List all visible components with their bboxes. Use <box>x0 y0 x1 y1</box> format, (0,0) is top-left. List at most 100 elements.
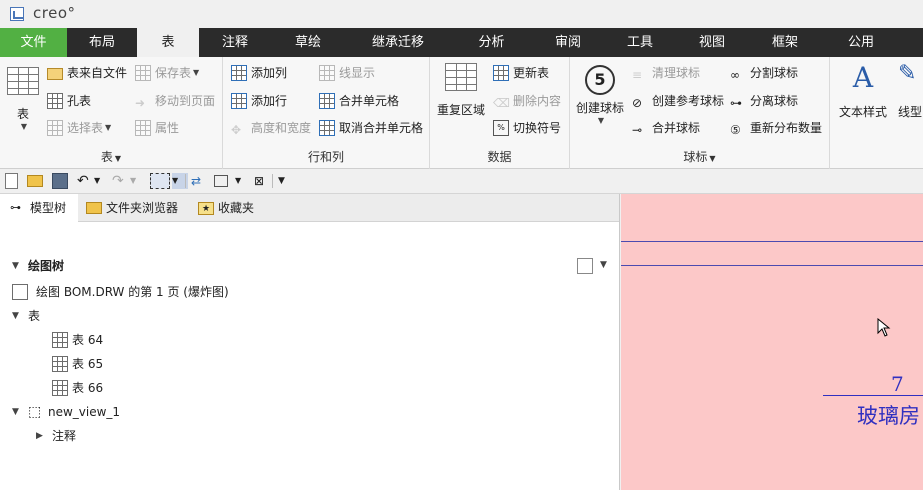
open-folder-icon[interactable] <box>27 175 43 187</box>
table-group-title: 表 <box>100 150 113 164</box>
height-width-button[interactable]: ✥ 高度和宽度 <box>231 118 311 138</box>
windows-icon[interactable] <box>214 175 228 187</box>
balloon-group-label[interactable]: 球标 ▼ <box>570 148 829 165</box>
clean-balloon-button[interactable]: ≡ 清理球标 <box>632 63 700 83</box>
add-row-icon <box>231 93 247 109</box>
hole-table-button[interactable]: 孔表 <box>47 91 91 111</box>
tree-page-row[interactable]: 绘图 BOM.DRW 的第 1 页 (爆炸图) <box>12 281 229 303</box>
select-box-icon[interactable] <box>150 173 170 189</box>
table-big-button[interactable]: 表 ▼ <box>6 67 40 131</box>
collapsed-arrow-icon[interactable]: ▶ <box>36 425 46 447</box>
text-style-button[interactable]: A 文本样式 <box>836 61 890 120</box>
move-to-page-label: 移动到页面 <box>155 94 216 108</box>
part-name-label[interactable]: 玻璃房 <box>857 400 920 430</box>
tree-page-label: 绘图 BOM.DRW 的第 1 页 (爆炸图) <box>36 285 229 299</box>
toolbar-separator <box>272 174 273 188</box>
merge-balloon-button[interactable]: ⊸ 合并球标 <box>632 118 700 138</box>
tab-model-tree[interactable]: ⊶ 模型树 <box>0 194 78 222</box>
repeat-region-icon <box>445 63 477 91</box>
redistribute-qty-label: 重新分布数量 <box>750 121 823 135</box>
chevron-down-icon[interactable]: ▼ <box>94 173 110 189</box>
drawing-canvas[interactable]: 7 玻璃房 <box>621 194 923 490</box>
properties-button[interactable]: 属性 <box>135 118 179 138</box>
clean-balloon-label: 清理球标 <box>652 66 701 80</box>
tree-table-item[interactable]: 表 65 <box>52 353 103 375</box>
tree-view-node[interactable]: ▼ ⬚ new_view_1 <box>12 401 120 423</box>
tab-favorites[interactable]: ★ 收藏夹 <box>194 194 266 222</box>
tab-folder-browser[interactable]: 文件夹浏览器 <box>82 194 190 222</box>
customize-toolbar-icon[interactable]: ▼ <box>278 173 294 189</box>
chevron-down-icon[interactable]: ▼ <box>600 260 607 270</box>
tab-common[interactable]: 公用 <box>822 28 900 57</box>
regenerate-icon[interactable]: ⇄ <box>191 173 207 189</box>
unmerge-cells-button[interactable]: 取消合并单元格 <box>319 118 423 138</box>
tab-review[interactable]: 审阅 <box>532 28 604 57</box>
unmerge-cells-icon <box>319 120 335 136</box>
tab-table[interactable]: 表 <box>137 28 199 57</box>
tree-annotations-node[interactable]: ▶ 注释 <box>36 425 76 447</box>
switch-symbol-button[interactable]: % 切换符号 <box>493 118 561 138</box>
expanded-arrow-icon[interactable]: ▼ <box>12 401 22 423</box>
expanded-arrow-icon[interactable]: ▼ <box>12 305 22 327</box>
tree-table-item[interactable]: 表 66 <box>52 377 103 399</box>
tab-view[interactable]: 视图 <box>676 28 748 57</box>
balloon-number[interactable]: 7 <box>891 372 904 396</box>
tab-tools[interactable]: 工具 <box>604 28 676 57</box>
delete-content-button[interactable]: ⌫ 删除内容 <box>493 91 561 111</box>
select-table-button[interactable]: 选择表 ▼ <box>47 118 111 138</box>
table-from-file-button[interactable]: 表来自文件 <box>47 63 127 83</box>
repeat-region-button[interactable]: 重复区域 <box>436 63 486 118</box>
add-column-button[interactable]: 添加列 <box>231 63 287 83</box>
line-display-button[interactable]: 线显示 <box>319 63 375 83</box>
redistribute-qty-button[interactable]: ⑤ 重新分布数量 <box>730 118 822 138</box>
favorites-star-icon: ★ <box>198 201 214 215</box>
tree-annotations-label: 注释 <box>52 429 77 443</box>
navigator-panel: ⊶ 模型树 文件夹浏览器 ★ 收藏夹 ▼ ▼ 绘图树 绘图 BOM.DRW 的第… <box>0 194 620 490</box>
undo-icon[interactable]: ↶ <box>77 173 93 189</box>
favorites-tab-label: 收藏夹 <box>218 201 255 215</box>
table-big-label: 表 <box>16 107 29 121</box>
chevron-down-icon: ▼ <box>20 122 28 131</box>
save-table-button[interactable]: 保存表 ▼ <box>135 63 199 83</box>
tab-file[interactable]: 文件 <box>0 28 67 57</box>
close-window-icon[interactable]: ⊠ <box>254 173 270 189</box>
split-balloon-label: 分割球标 <box>750 66 799 80</box>
tab-sketch[interactable]: 草绘 <box>271 28 345 57</box>
title-bar: creo° <box>0 0 923 28</box>
tree-table-item[interactable]: 表 64 <box>52 329 103 351</box>
split-balloon-button[interactable]: ∞ 分割球标 <box>730 63 798 83</box>
detach-balloon-button[interactable]: ⊶ 分离球标 <box>730 91 798 111</box>
toolbar-separator <box>185 174 186 188</box>
expanded-arrow-icon[interactable]: ▼ <box>12 255 22 277</box>
tree-tables-node[interactable]: ▼ 表 <box>12 305 40 327</box>
tab-layout[interactable]: 布局 <box>67 28 137 57</box>
tree-header-row[interactable]: ▼ 绘图树 <box>12 255 64 277</box>
tree-settings-icon[interactable] <box>577 258 593 274</box>
update-table-button[interactable]: 更新表 <box>493 63 549 83</box>
line-style-button[interactable]: ✎ 线型 <box>898 61 923 120</box>
line-display-label: 线显示 <box>339 66 376 80</box>
table-group-label[interactable]: 表 ▼ <box>0 148 222 165</box>
redo-icon[interactable]: ↷ <box>112 173 128 189</box>
quick-access-toolbar: ↶ ▼ ↷ ▼ ▼ ⇄ ▼ ⊠ ▼ <box>0 169 923 194</box>
add-row-button[interactable]: 添加行 <box>231 91 287 111</box>
create-ref-balloon-button[interactable]: ⊘ 创建参考球标 <box>632 91 724 111</box>
tab-legacy-migration[interactable]: 继承迁移 <box>345 28 451 57</box>
move-to-page-button[interactable]: ➜ 移动到页面 <box>135 91 215 111</box>
rows-columns-group-label: 行和列 <box>307 150 344 164</box>
merge-cells-button[interactable]: 合并单元格 <box>319 91 399 111</box>
chevron-down-icon[interactable]: ▼ <box>130 173 146 189</box>
new-file-icon[interactable] <box>5 173 18 189</box>
merge-balloon-icon: ⊸ <box>632 123 643 137</box>
chevron-down-icon[interactable]: ▼ <box>235 173 251 189</box>
tab-analysis[interactable]: 分析 <box>451 28 532 57</box>
tab-annotate[interactable]: 注释 <box>199 28 271 57</box>
table-icon <box>52 332 68 348</box>
tree-tables-label: 表 <box>28 309 41 323</box>
create-balloon-button[interactable]: 5 创建球标 ▼ <box>574 65 626 125</box>
chevron-down-icon: ▼ <box>193 68 200 77</box>
properties-label: 属性 <box>155 121 180 135</box>
tab-frame[interactable]: 框架 <box>748 28 822 57</box>
save-icon[interactable] <box>52 173 68 189</box>
balloon-group: 5 创建球标 ▼ ≡ 清理球标 ⊘ 创建参考球标 ⊸ 合并球标 ∞ 分割球标 ⊶… <box>570 57 830 169</box>
